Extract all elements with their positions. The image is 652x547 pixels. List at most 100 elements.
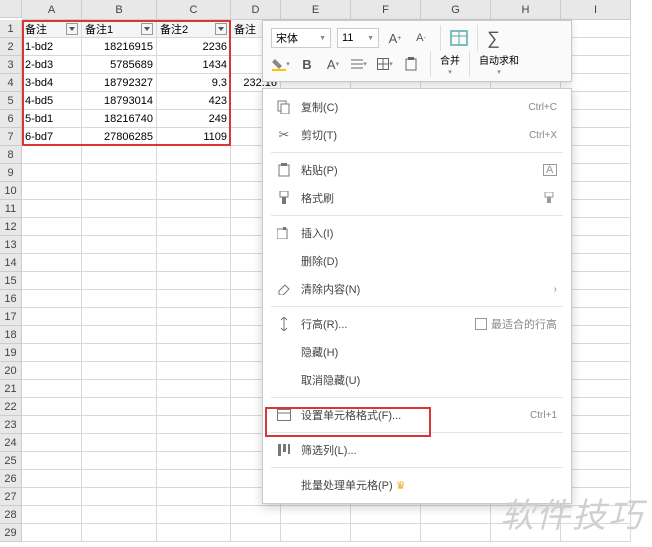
row-label[interactable]: 13 (0, 236, 22, 254)
header-cell-a[interactable]: 备注 (22, 20, 82, 38)
menu-batch[interactable]: 批量处理单元格(P) ♛ (263, 471, 571, 499)
row-1-label[interactable]: 1 (0, 20, 22, 38)
paste-special-icon[interactable]: A (543, 164, 557, 176)
font-color-button[interactable]: A▾ (323, 54, 343, 74)
row-label[interactable]: 2 (0, 38, 22, 56)
row-label[interactable]: 22 (0, 398, 22, 416)
border-button[interactable]: ▾ (375, 54, 395, 74)
cell[interactable]: 4-bd5 (22, 92, 82, 110)
col-A[interactable]: A (22, 0, 82, 20)
row-label[interactable]: 3 (0, 56, 22, 74)
header-cell-c[interactable]: 备注2 (157, 20, 231, 38)
cell[interactable]: 1434 (157, 56, 231, 74)
row-label[interactable]: 4 (0, 74, 22, 92)
row-label[interactable]: 8 (0, 146, 22, 164)
menu-paste[interactable]: 粘贴(P) A (263, 156, 571, 184)
cell[interactable]: 2-bd3 (22, 56, 82, 74)
menu-format-cells[interactable]: 设置单元格格式(F)... Ctrl+1 (263, 401, 571, 429)
header-cell-b[interactable]: 备注1 (82, 20, 157, 38)
menu-insert[interactable]: 插入(I) (263, 219, 571, 247)
mini-toolbar: 宋体▼ 11▼ A+ A- ∑ ▾ B A▾ ▾ ▾ 合并▾ 自动求和▾ (262, 20, 572, 82)
best-fit-icon (475, 318, 487, 330)
menu-row-height[interactable]: 行高(R)... 最适合的行高 (263, 310, 571, 338)
menu-format-painter[interactable]: 格式刷 (263, 184, 571, 212)
cell[interactable]: 5-bd1 (22, 110, 82, 128)
row-label[interactable]: 5 (0, 92, 22, 110)
cell[interactable]: 1109 (157, 128, 231, 146)
decrease-font-icon[interactable]: A- (411, 28, 431, 48)
row-label[interactable]: 15 (0, 272, 22, 290)
menu-delete[interactable]: 删除(D) (263, 247, 571, 275)
row-label[interactable]: 9 (0, 164, 22, 182)
column-header-row: A B C D E F G H I (0, 0, 652, 20)
row-label[interactable]: 26 (0, 470, 22, 488)
cell[interactable]: 5785689 (82, 56, 157, 74)
autosum-button[interactable]: ∑ (487, 28, 500, 49)
row-height-icon (273, 317, 295, 331)
font-size-select[interactable]: 11▼ (337, 28, 379, 48)
select-all-corner[interactable] (0, 0, 22, 18)
cell[interactable]: 18793014 (82, 92, 157, 110)
row-label[interactable]: 20 (0, 362, 22, 380)
fill-color-button[interactable]: ▾ (271, 54, 291, 74)
row-label[interactable]: 18 (0, 326, 22, 344)
table-style-button[interactable] (450, 30, 468, 46)
menu-filter[interactable]: 筛选列(L)... (263, 436, 571, 464)
cell[interactable]: 18216740 (82, 110, 157, 128)
menu-hide[interactable]: 隐藏(H) (263, 338, 571, 366)
menu-clear[interactable]: 清除内容(N) › (263, 275, 571, 303)
cell[interactable]: 6-bd7 (22, 128, 82, 146)
filter-dropdown-icon[interactable] (141, 23, 153, 35)
autosum-label[interactable]: 自动求和▾ (479, 52, 519, 76)
row-label[interactable]: 7 (0, 128, 22, 146)
filter-dropdown-icon[interactable] (215, 23, 227, 35)
cell[interactable]: 2236 (157, 38, 231, 56)
align-button[interactable]: ▾ (349, 54, 369, 74)
row-label[interactable]: 6 (0, 110, 22, 128)
clipboard-button[interactable] (401, 54, 421, 74)
col-B[interactable]: B (82, 0, 157, 20)
menu-copy[interactable]: 复制(C) Ctrl+C (263, 93, 571, 121)
row-label[interactable]: 21 (0, 380, 22, 398)
filter-dropdown-icon[interactable] (66, 23, 78, 35)
col-H[interactable]: H (491, 0, 561, 20)
scissors-icon: ✂ (273, 127, 295, 143)
row-label[interactable]: 24 (0, 434, 22, 452)
brush-right-icon (543, 192, 557, 204)
menu-unhide[interactable]: 取消隐藏(U) (263, 366, 571, 394)
clipboard-icon (273, 163, 295, 177)
cell[interactable]: 9.3 (157, 74, 231, 92)
row-label[interactable]: 16 (0, 290, 22, 308)
merge-button[interactable]: 合并▾ (440, 52, 460, 76)
font-select[interactable]: 宋体▼ (271, 28, 331, 48)
eraser-icon (273, 283, 295, 295)
row-label[interactable]: 11 (0, 200, 22, 218)
bold-button[interactable]: B (297, 54, 317, 74)
cell[interactable]: 18792327 (82, 74, 157, 92)
cell[interactable]: 18216915 (82, 38, 157, 56)
row-label[interactable]: 27 (0, 488, 22, 506)
cell[interactable]: 27806285 (82, 128, 157, 146)
format-cells-icon (273, 409, 295, 421)
col-I[interactable]: I (561, 0, 631, 20)
col-D[interactable]: D (231, 0, 281, 20)
row-label[interactable]: 25 (0, 452, 22, 470)
cell[interactable]: 249 (157, 110, 231, 128)
col-G[interactable]: G (421, 0, 491, 20)
row-label[interactable]: 14 (0, 254, 22, 272)
cell[interactable]: 423 (157, 92, 231, 110)
row-label[interactable]: 29 (0, 524, 22, 542)
row-label[interactable]: 23 (0, 416, 22, 434)
row-label[interactable]: 17 (0, 308, 22, 326)
cell[interactable]: 3-bd4 (22, 74, 82, 92)
row-label[interactable]: 19 (0, 344, 22, 362)
row-label[interactable]: 28 (0, 506, 22, 524)
increase-font-icon[interactable]: A+ (385, 28, 405, 48)
row-label[interactable]: 10 (0, 182, 22, 200)
menu-cut[interactable]: ✂ 剪切(T) Ctrl+X (263, 121, 571, 149)
col-E[interactable]: E (281, 0, 351, 20)
row-label[interactable]: 12 (0, 218, 22, 236)
cell[interactable]: 1-bd2 (22, 38, 82, 56)
col-F[interactable]: F (351, 0, 421, 20)
col-C[interactable]: C (157, 0, 231, 20)
